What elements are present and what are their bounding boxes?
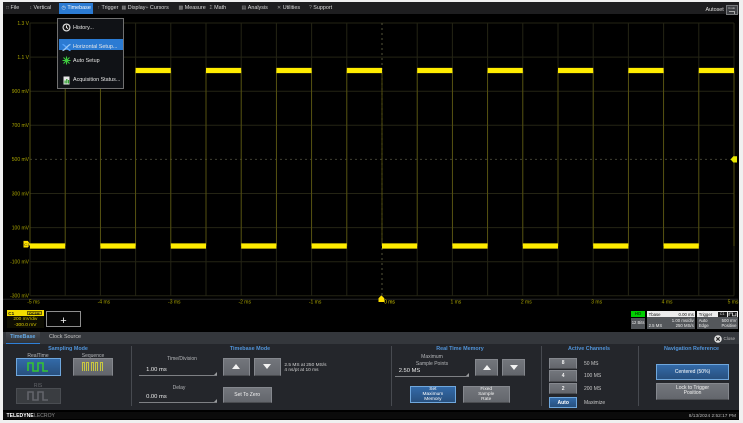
svg-text:0 ms: 0 ms	[384, 299, 395, 305]
svg-text:C1: C1	[24, 242, 30, 247]
svg-text:-3 ms: -3 ms	[168, 299, 181, 305]
svg-text:5 ms: 5 ms	[728, 299, 739, 305]
svg-text:-4 ms: -4 ms	[98, 299, 111, 305]
svg-text:2 ms: 2 ms	[521, 299, 532, 305]
svg-text:-5 ms: -5 ms	[27, 299, 40, 305]
svg-text:500 mV: 500 mV	[12, 157, 30, 163]
svg-text:1.1 V: 1.1 V	[17, 55, 29, 61]
svg-text:300 mV: 300 mV	[12, 191, 30, 197]
svg-text:-1 ms: -1 ms	[309, 299, 322, 305]
svg-text:4 ms: 4 ms	[662, 299, 673, 305]
svg-text:-2 ms: -2 ms	[238, 299, 251, 305]
svg-text:900 mV: 900 mV	[12, 89, 30, 95]
svg-text:700 mV: 700 mV	[12, 123, 30, 129]
svg-text:1.3 V: 1.3 V	[17, 21, 29, 27]
svg-text:3 ms: 3 ms	[591, 299, 602, 305]
svg-text:100 mV: 100 mV	[12, 225, 30, 231]
svg-text:-100 mV: -100 mV	[10, 260, 30, 266]
svg-text:1 ms: 1 ms	[450, 299, 461, 305]
